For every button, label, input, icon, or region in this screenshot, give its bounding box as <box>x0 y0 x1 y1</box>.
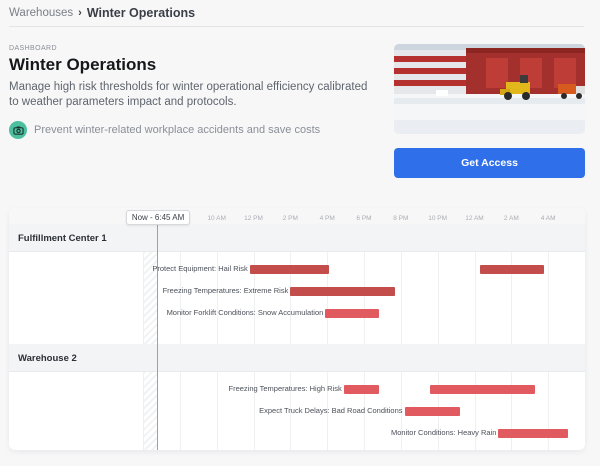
time-tick-label: 10 PM <box>428 215 448 222</box>
feature-item: Prevent winter-related workplace acciden… <box>9 121 320 139</box>
task-bar[interactable] <box>404 407 460 416</box>
task-label: Monitor Conditions: Heavy Rain <box>390 428 497 437</box>
hero-image <box>394 44 585 134</box>
time-tick-label: 4 PM <box>319 215 335 222</box>
task-label: Expect Truck Delays: Bad Road Conditions <box>259 406 403 415</box>
time-tick-label: 12 AM <box>465 215 484 222</box>
current-time-badge: Now - 6:45 AM <box>125 210 191 225</box>
task-label: Freezing Temperatures: Extreme Risk <box>162 286 289 295</box>
page-description: Manage high risk thresholds for winter o… <box>9 81 368 108</box>
elapsed-time-zone <box>143 224 157 450</box>
task-bar[interactable] <box>498 429 569 438</box>
grid-line <box>511 224 513 450</box>
grid-line <box>437 224 439 450</box>
grid-line <box>364 224 365 450</box>
breadcrumb-current: Winter Operations <box>86 6 196 20</box>
grid-line <box>143 224 144 450</box>
task-bar[interactable] <box>430 385 536 394</box>
feature-text: Prevent winter-related workplace acciden… <box>34 124 321 136</box>
group-label: Fulfillment Center 1 <box>18 233 107 244</box>
warehouse-snow-illustration <box>394 44 585 134</box>
task-label: Monitor Forklift Conditions: Snow Accumu… <box>166 308 324 317</box>
time-tick-label: 10 AM <box>207 215 226 222</box>
get-access-button[interactable]: Get Access <box>394 148 585 178</box>
group-label: Warehouse 2 <box>18 353 77 364</box>
time-tick-label: 12 PM <box>244 215 263 222</box>
grid-line <box>179 224 181 450</box>
page-title: Winter Operations <box>9 55 157 74</box>
grid-line <box>216 224 218 450</box>
time-tick-label: 6 PM <box>356 215 372 222</box>
task-bar[interactable] <box>343 385 379 394</box>
grid-line <box>290 224 292 450</box>
task-label: Protect Equipment: Hail Risk <box>152 264 248 273</box>
time-tick-label: 2 PM <box>282 215 298 222</box>
gantt-chart: 6 AM8 AM10 AM12 PM2 PM4 PM6 PM8 PM10 PM1… <box>9 208 585 450</box>
time-tick-label: 4 AM <box>540 215 556 222</box>
grid-line <box>253 224 255 450</box>
header-divider <box>9 26 584 27</box>
group-header[interactable]: Warehouse 2 <box>9 344 585 372</box>
breadcrumb-parent-link[interactable]: Warehouses <box>9 7 73 19</box>
grid-line <box>474 224 476 450</box>
task-bar[interactable] <box>290 287 396 296</box>
grid-line <box>400 224 402 450</box>
task-bar[interactable] <box>325 309 379 318</box>
group-header[interactable]: Fulfillment Center 1 <box>9 224 585 252</box>
time-tick-label: 2 AM <box>503 215 519 222</box>
camera-icon <box>9 121 27 139</box>
time-axis: 6 AM8 AM10 AM12 PM2 PM4 PM6 PM8 PM10 PM1… <box>9 208 585 224</box>
grid-line <box>327 224 329 450</box>
breadcrumb-separator: › <box>78 7 82 19</box>
breadcrumb: Warehouses › Winter Operations <box>9 6 195 20</box>
task-bar[interactable] <box>249 265 329 274</box>
time-tick-label: 8 PM <box>393 215 409 222</box>
task-bar[interactable] <box>480 265 545 274</box>
page-eyebrow: DASHBOARD <box>9 45 57 52</box>
task-label: Freezing Temperatures: High Risk <box>228 384 342 393</box>
current-time-line <box>156 218 158 450</box>
grid-line <box>548 224 550 450</box>
